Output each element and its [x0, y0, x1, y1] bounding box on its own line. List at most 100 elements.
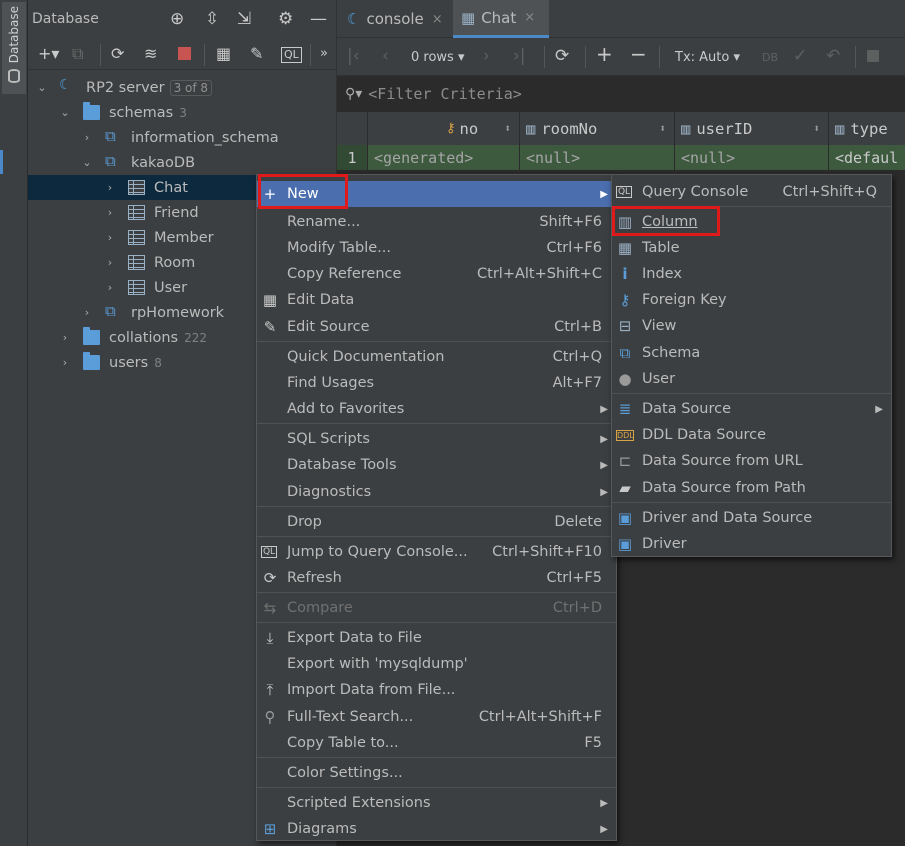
chevron-right-icon[interactable]: ›	[59, 356, 71, 369]
more-icon[interactable]: »	[320, 44, 328, 64]
commit-icon[interactable]: ✓	[793, 46, 807, 66]
tree-node-server[interactable]: ⌄ ☾ RP2 server 3 of 8	[28, 75, 337, 100]
submenu-item-data-source-url[interactable]: ⊏ Data Source from URL	[612, 448, 891, 474]
menu-item-refresh[interactable]: ⟳ Refresh Ctrl+F5	[257, 565, 616, 591]
last-page-icon[interactable]: ›|	[513, 46, 526, 66]
menu-item-diagnostics[interactable]: Diagnostics ▶	[257, 479, 616, 505]
menu-item-find-usages[interactable]: Find Usages Alt+F7	[257, 370, 616, 396]
submenu-item-ddl-data-source[interactable]: DDL DDL Data Source	[612, 422, 891, 448]
expand-all-icon[interactable]: ⇳	[205, 9, 219, 29]
submenu-item-view[interactable]: ⊟ View	[612, 313, 891, 339]
duplicate-icon[interactable]: ⧉	[72, 44, 83, 64]
close-icon[interactable]: ×	[432, 12, 443, 27]
tab-label: Chat	[481, 8, 517, 27]
chevron-right-icon[interactable]: ›	[104, 181, 116, 194]
table-label: Chat	[154, 179, 188, 196]
filter-input[interactable]: <Filter Criteria>	[368, 85, 522, 103]
menu-item-add-to-favorites[interactable]: Add to Favorites ▶	[257, 396, 616, 422]
table-editor-icon[interactable]: ▦	[216, 44, 231, 64]
submenu-item-user[interactable]: ● User	[612, 366, 891, 392]
minimize-icon[interactable]: —	[310, 9, 327, 29]
menu-item-export-data[interactable]: ⤓ Export Data to File	[257, 625, 616, 651]
menu-item-full-text-search[interactable]: ⚲ Full-Text Search... Ctrl+Alt+Shift+F	[257, 704, 616, 730]
close-icon[interactable]: ×	[524, 10, 535, 25]
tree-node-kakaodb[interactable]: ⌄ ⧉ kakaoDB	[28, 150, 337, 175]
properties-icon[interactable]: ≋	[144, 44, 157, 64]
menu-item-sql-scripts[interactable]: SQL Scripts ▶	[257, 426, 616, 452]
add-icon[interactable]: +▾	[38, 44, 59, 64]
submenu-item-driver-and-data-source[interactable]: ▣ Driver and Data Source	[612, 505, 891, 531]
tab-chat[interactable]: ▦ Chat ×	[453, 0, 549, 38]
chevron-down-icon[interactable]: ⌄	[81, 156, 93, 169]
rollback-icon[interactable]: ↶	[826, 46, 840, 66]
menu-item-database-tools[interactable]: Database Tools ▶	[257, 452, 616, 478]
sort-icon[interactable]: ⬍	[813, 122, 820, 135]
stop-icon[interactable]	[178, 47, 191, 60]
refresh-icon[interactable]: ⟳	[555, 46, 569, 66]
menu-item-export-mysqldump[interactable]: Export with 'mysqldump'	[257, 651, 616, 677]
submenu-item-table[interactable]: ▦ Table	[612, 235, 891, 261]
submenu-arrow-icon: ▶	[600, 433, 608, 445]
tab-console[interactable]: ☾ console ×	[337, 0, 452, 38]
stop-icon[interactable]	[867, 50, 879, 62]
menu-item-drop[interactable]: Drop Delete	[257, 509, 616, 535]
table-row[interactable]: 1 <generated> <null> <null> <defaul	[337, 145, 905, 170]
column-header-roomno[interactable]: ▥ roomNo ⬍	[520, 112, 675, 145]
chevron-right-icon[interactable]: ›	[59, 331, 71, 344]
cell[interactable]: <null>	[520, 145, 675, 170]
submenu-item-data-source-path[interactable]: ▰ Data Source from Path	[612, 475, 891, 501]
menu-item-copy-reference[interactable]: Copy Reference Ctrl+Alt+Shift+C	[257, 261, 616, 287]
menu-item-color-settings[interactable]: Color Settings...	[257, 760, 616, 786]
database-tool-tab[interactable]: Database	[2, 2, 26, 94]
submenu-item-data-source[interactable]: ≣ Data Source ▶	[612, 396, 891, 422]
chevron-down-icon[interactable]: ⌄	[36, 81, 48, 94]
query-console-icon[interactable]: QL	[281, 47, 302, 63]
rows-selector[interactable]: 0 rows ▾	[411, 48, 465, 68]
submenu-item-driver[interactable]: ▣ Driver	[612, 531, 891, 557]
menu-item-modify-table[interactable]: Modify Table... Ctrl+F6	[257, 235, 616, 261]
next-page-icon[interactable]: ›	[483, 46, 490, 66]
chevron-right-icon[interactable]: ›	[104, 206, 116, 219]
sort-icon[interactable]: ⬍	[659, 122, 666, 135]
chevron-right-icon[interactable]: ›	[104, 256, 116, 269]
submenu-item-query-console[interactable]: QL Query Console Ctrl+Shift+Q	[612, 179, 891, 205]
tree-node-schemas[interactable]: ⌄ schemas 3	[28, 100, 337, 125]
filter-bar[interactable]: ⚲▾ <Filter Criteria>	[337, 78, 905, 110]
chevron-right-icon[interactable]: ›	[81, 131, 93, 144]
sort-icon[interactable]: ⬍	[504, 122, 511, 135]
first-page-icon[interactable]: |‹	[347, 46, 360, 66]
menu-item-edit-source[interactable]: ✎ Edit Source Ctrl+B	[257, 314, 616, 340]
submenu-item-index[interactable]: i Index	[612, 261, 891, 287]
chevron-right-icon[interactable]: ›	[104, 231, 116, 244]
tx-mode-selector[interactable]: Tx: Auto ▾	[675, 48, 740, 68]
submenu-item-foreign-key[interactable]: ⚷ Foreign Key	[612, 287, 891, 313]
menu-item-edit-data[interactable]: ▦ Edit Data	[257, 287, 616, 313]
menu-item-jump-to-query-console[interactable]: QL Jump to Query Console... Ctrl+Shift+F…	[257, 539, 616, 565]
chevron-down-icon[interactable]: ⌄	[59, 106, 71, 119]
menu-item-scripted-extensions[interactable]: Scripted Extensions ▶	[257, 790, 616, 816]
chevron-right-icon[interactable]: ›	[104, 281, 116, 294]
collapse-all-icon[interactable]: ⇲	[237, 9, 251, 29]
crosshair-icon[interactable]: ⊕	[170, 9, 184, 29]
menu-item-diagrams[interactable]: ⊞ Diagrams ▶	[257, 816, 616, 842]
menu-item-import-data[interactable]: ⤒ Import Data from File...	[257, 677, 616, 703]
delete-row-icon[interactable]: −	[630, 44, 647, 64]
prev-page-icon[interactable]: ‹	[382, 46, 389, 66]
cell[interactable]: <null>	[675, 145, 829, 170]
db-icon[interactable]: DB	[762, 48, 778, 68]
tree-node-information-schema[interactable]: › ⧉ information_schema	[28, 125, 337, 150]
add-row-icon[interactable]: +	[596, 44, 613, 64]
column-header-no[interactable]: ⚷ no ⬍	[368, 112, 520, 145]
menu-item-quick-documentation[interactable]: Quick Documentation Ctrl+Q	[257, 344, 616, 370]
submenu-item-schema[interactable]: ⧉ Schema	[612, 340, 891, 366]
column-header-type[interactable]: ▥ type	[829, 112, 905, 145]
chevron-right-icon[interactable]: ›	[81, 306, 93, 319]
cell[interactable]: <generated>	[368, 145, 520, 170]
column-header-userid[interactable]: ▥ userID ⬍	[675, 112, 829, 145]
edit-icon[interactable]: ✎	[250, 44, 263, 64]
menu-item-copy-table[interactable]: Copy Table to... F5	[257, 730, 616, 756]
cell[interactable]: <defaul	[829, 145, 905, 170]
gear-icon[interactable]: ⚙	[278, 9, 293, 29]
menu-item-rename[interactable]: Rename... Shift+F6	[257, 209, 616, 235]
refresh-icon[interactable]: ⟳	[111, 44, 124, 64]
